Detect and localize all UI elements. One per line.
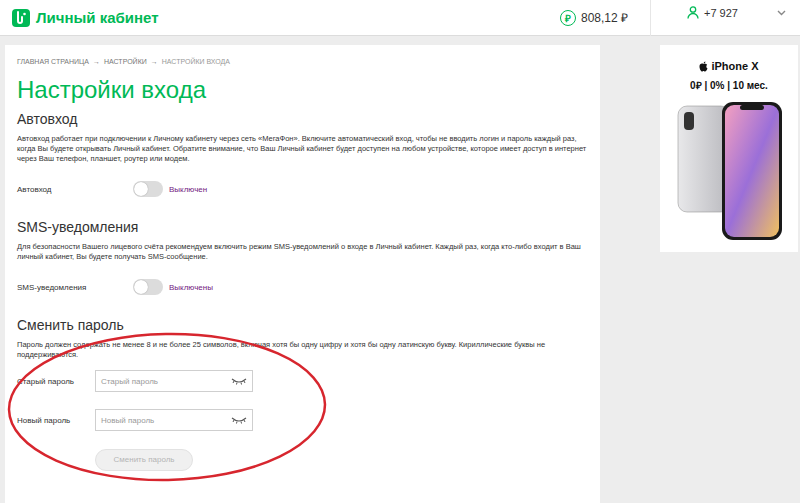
breadcrumbs: ГЛАВНАЯ СТРАНИЦА → НАСТРОЙКИ → НАСТРОЙКИ В… [17, 57, 588, 67]
settings-section: Автовход Автовход работает при подключен… [17, 111, 588, 198]
breadcrumb-separator: → [93, 57, 100, 67]
balance-value: 808,12 ₽ [581, 9, 628, 26]
toggle-label: SMS-уведомления [17, 283, 133, 292]
breadcrumb-item: НАСТРОЙКИ ВХОДА [162, 57, 230, 67]
breadcrumb-item[interactable]: НАСТРОЙКИ [104, 57, 147, 67]
input-placeholder: Новый пароль [101, 416, 231, 425]
section-description: Для безопасности Вашего лицевого счёта р… [17, 242, 588, 262]
password-input[interactable]: Старый пароль [95, 370, 253, 392]
breadcrumb-item[interactable]: ГЛАВНАЯ СТРАНИЦА [17, 57, 89, 67]
logo-text: Личный кабинет [36, 9, 159, 26]
input-placeholder: Старый пароль [101, 377, 231, 386]
settings-section: SMS-уведомления Для безопасности Вашего … [17, 219, 588, 296]
ruble-icon: ₽ [560, 10, 576, 26]
balance[interactable]: ₽ 808,12 ₽ [560, 9, 650, 26]
iphone-picture [674, 98, 784, 243]
toggle-switch[interactable] [133, 181, 163, 197]
password-field-row: Старый пароль Старый пароль [17, 370, 588, 392]
toggle-label: Автовход [17, 185, 133, 194]
toggle-row: Автовход Выключен [17, 180, 588, 198]
toggle-switch[interactable] [133, 279, 163, 295]
ad-offer: 0₽ | 0% | 10 мес. [690, 78, 768, 92]
toggle-status: Выключены [169, 283, 213, 292]
password-section: Сменить пароль Пароль должен содержать н… [17, 317, 588, 471]
ad-banner[interactable]: iPhone X 0₽ | 0% | 10 мес. [660, 45, 798, 252]
apple-logo-icon [699, 61, 708, 72]
eye-closed-icon[interactable] [231, 377, 247, 385]
header: Личный кабинет ₽ 808,12 ₽ +7 927 [0, 0, 800, 36]
logo[interactable]: Личный кабинет [12, 9, 159, 27]
section-description: Пароль должен содержать не менее 8 и не … [17, 340, 588, 360]
toggle-knob [134, 182, 148, 196]
section-heading: SMS-уведомления [17, 219, 588, 235]
ad-title-text: iPhone X [711, 60, 758, 72]
phone-number: +7 927 [704, 7, 738, 19]
section-description: Автовход работает при подключении к Личн… [17, 134, 588, 164]
section-heading: Автовход [17, 111, 588, 127]
password-field-row: Новый пароль Новый пароль [17, 409, 588, 431]
toggle-status: Выключен [169, 185, 207, 194]
toggle-row: SMS-уведомления Выключены [17, 278, 588, 296]
red-ellipse-annotation [5, 328, 335, 488]
section-heading: Сменить пароль [17, 317, 588, 333]
page: Личный кабинет ₽ 808,12 ₽ +7 927 ГЛАВНАЯ… [0, 0, 800, 503]
ad-title: iPhone X [699, 60, 758, 72]
field-label: Старый пароль [17, 377, 95, 386]
breadcrumb-separator: → [151, 57, 158, 67]
field-label: Новый пароль [17, 416, 95, 425]
user-menu[interactable]: +7 927 [650, 0, 800, 36]
chevron-down-icon [777, 10, 786, 16]
person-icon [687, 6, 699, 19]
megafon-logo-icon [12, 9, 30, 27]
page-title: Настройки входа [17, 77, 588, 103]
password-input[interactable]: Новый пароль [95, 409, 253, 431]
toggle-knob [134, 280, 148, 294]
change-password-button[interactable]: Сменить пароль [95, 449, 193, 471]
eye-closed-icon[interactable] [231, 416, 247, 424]
settings-card: ГЛАВНАЯ СТРАНИЦА → НАСТРОЙКИ → НАСТРОЙКИ В… [5, 45, 600, 503]
